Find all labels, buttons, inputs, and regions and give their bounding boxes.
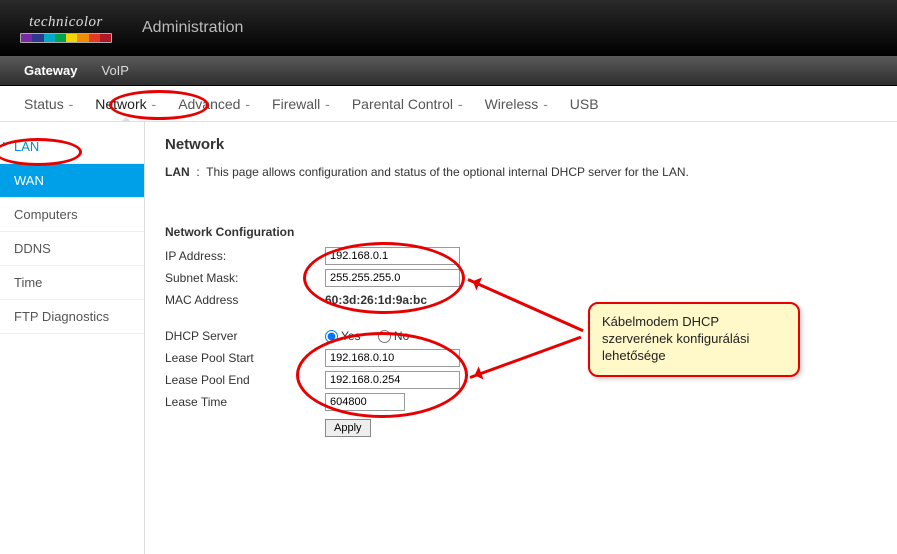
sidebar-nav: LANWANComputersDDNSTimeFTP Diagnostics <box>0 122 145 554</box>
label-ip: IP Address: <box>165 249 325 263</box>
apply-button[interactable]: Apply <box>325 419 371 437</box>
subnav-usb[interactable]: USB <box>570 96 599 112</box>
desc-label: LAN <box>165 165 190 179</box>
subnav-status[interactable]: Status - <box>24 96 73 112</box>
subnav-advanced[interactable]: Advanced - <box>178 96 250 112</box>
page-title: Administration <box>142 19 243 37</box>
subnav-network[interactable]: Network - <box>95 96 156 112</box>
subnav-wireless[interactable]: Wireless - <box>485 96 548 112</box>
input-lease-pool-start[interactable] <box>325 349 460 367</box>
sidebar-item-wan[interactable]: WAN <box>0 164 144 198</box>
app-header: technicolor Administration <box>0 0 897 56</box>
sidebar-item-time[interactable]: Time <box>0 266 144 300</box>
radio-dhcp-no[interactable] <box>378 330 391 343</box>
brand-logo: technicolor <box>20 14 112 43</box>
label-subnet: Subnet Mask: <box>165 271 325 285</box>
input-lease-pool-end[interactable] <box>325 371 460 389</box>
primary-nav: Gateway VoIP <box>0 56 897 86</box>
annotation-callout: Kábelmodem DHCP szerverének konfigurálás… <box>588 302 800 377</box>
sidebar-item-ddns[interactable]: DDNS <box>0 232 144 266</box>
annotation-callout-text: Kábelmodem DHCP szerverének konfigurálás… <box>602 314 749 363</box>
subnav-parental-control[interactable]: Parental Control - <box>352 96 463 112</box>
input-lease-time[interactable] <box>325 393 405 411</box>
sidebar-item-lan[interactable]: LAN <box>0 130 144 164</box>
label-mac: MAC Address <box>165 293 325 307</box>
label-yes: Yes <box>341 329 361 343</box>
sidebar-item-computers[interactable]: Computers <box>0 198 144 232</box>
label-lease-time: Lease Time <box>165 395 325 409</box>
label-dhcp: DHCP Server <box>165 329 325 343</box>
brand-color-bar <box>20 33 112 43</box>
content-description: LAN : This page allows configuration and… <box>165 165 877 179</box>
desc-text: This page allows configuration and statu… <box>206 165 689 179</box>
topnav-gateway[interactable]: Gateway <box>24 63 77 78</box>
value-mac-address: 60:3d:26:1d:9a:bc <box>325 293 427 307</box>
sidebar-item-ftp-diagnostics[interactable]: FTP Diagnostics <box>0 300 144 334</box>
content-heading: Network <box>165 136 877 153</box>
radio-dhcp-yes[interactable] <box>325 330 338 343</box>
label-no: No <box>394 329 409 343</box>
topnav-voip[interactable]: VoIP <box>101 63 128 78</box>
label-lease-end: Lease Pool End <box>165 373 325 387</box>
label-lease-start: Lease Pool Start <box>165 351 325 365</box>
input-ip-address[interactable] <box>325 247 460 265</box>
subnav-firewall[interactable]: Firewall - <box>272 96 330 112</box>
secondary-nav: Status - Network - Advanced - Firewall - Par… <box>0 86 897 122</box>
input-subnet-mask[interactable] <box>325 269 460 287</box>
section-network-config: Network Configuration <box>165 225 877 239</box>
brand-name: technicolor <box>29 14 103 31</box>
